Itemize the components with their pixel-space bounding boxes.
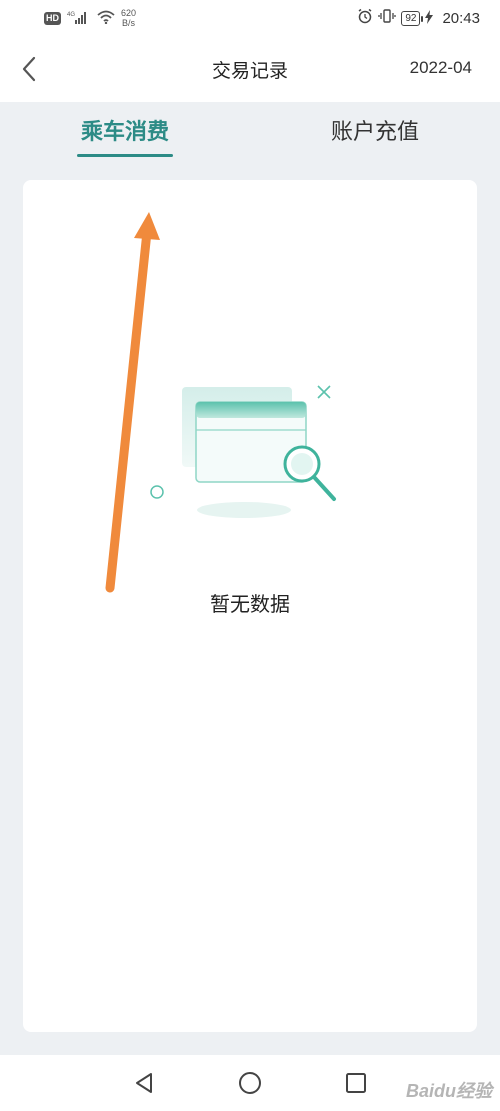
vibrate-icon [378,8,396,28]
nav-recents-button[interactable] [342,1069,370,1097]
empty-data-illustration-icon [150,385,336,518]
system-nav-bar: Baidu经验 [0,1055,500,1111]
net-speed-unit: B/s [122,18,136,28]
alarm-icon [357,8,373,28]
baidu-watermark: Baidu经验 [405,1081,492,1101]
month-picker[interactable]: 2022-04 [410,58,472,78]
net-speed: 620 B/s [121,8,136,28]
status-bar: HD 4G 620 B/s 92 20:43 [0,0,500,36]
empty-state-message: 暂无数据 [210,592,290,616]
active-tab-indicator [77,154,173,157]
nav-back-button[interactable] [130,1069,158,1097]
nav-home-button[interactable] [236,1069,264,1097]
triangle-back-icon [136,1073,152,1093]
status-left: HD 4G 620 B/s [44,8,136,28]
tab-account-recharge[interactable]: 账户充值 [320,114,430,160]
signal-type-label: 4G [67,12,75,18]
tab-bar: 乘车消费 账户充值 [0,102,500,168]
hd-badge: HD [44,11,61,25]
signal-icon: 4G [67,9,91,28]
tab-label: 账户充值 [330,120,419,145]
charging-icon [425,9,434,28]
net-speed-value: 620 [121,8,137,18]
circle-home-icon [239,1072,261,1094]
battery-indicator: 92 [401,10,424,26]
status-right: 92 20:43 [357,8,480,28]
square-recents-icon [346,1073,366,1093]
wifi-icon [97,9,115,28]
clock: 20:43 [442,9,480,27]
app-header: 交易记录 2022-04 [0,36,500,102]
